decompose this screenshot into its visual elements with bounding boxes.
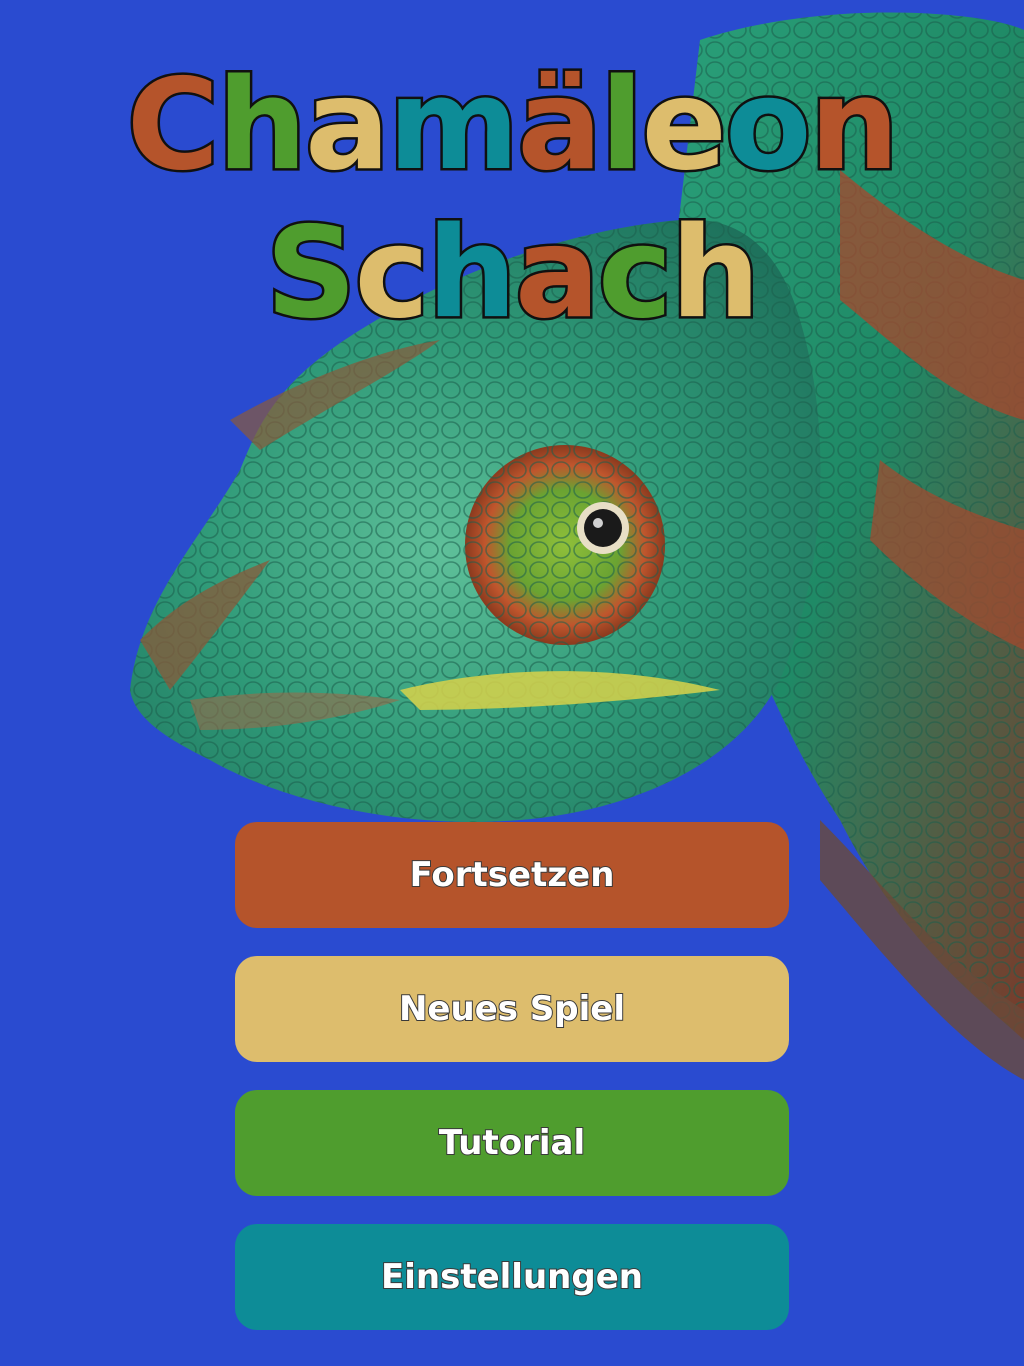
- title-letter: n: [807, 51, 902, 198]
- title-letter: o: [722, 51, 814, 198]
- app-title-line-1: Chamäleon: [0, 59, 1024, 190]
- title-letter: e: [639, 51, 730, 198]
- title-letter: a: [302, 51, 392, 198]
- new-game-button[interactable]: Neues Spiel: [235, 956, 789, 1062]
- title-letter: h: [215, 51, 310, 198]
- title-letter: ä: [515, 51, 605, 198]
- title-letter: S: [263, 199, 359, 346]
- title-letter: l: [598, 51, 646, 198]
- title-letter: m: [385, 51, 521, 198]
- title-letter: h: [425, 199, 520, 346]
- continue-button[interactable]: Fortsetzen: [235, 822, 789, 928]
- app-title-line-2: Schach: [0, 207, 1024, 338]
- title-letter: h: [668, 199, 763, 346]
- new-game-button-label: Neues Spiel: [398, 988, 626, 1030]
- continue-button-label: Fortsetzen: [409, 854, 616, 896]
- title-letter: c: [595, 199, 675, 346]
- tutorial-button[interactable]: Tutorial: [235, 1090, 789, 1196]
- title-letter: a: [512, 199, 602, 346]
- tutorial-button-label: Tutorial: [438, 1122, 586, 1164]
- settings-button[interactable]: Einstellungen: [235, 1224, 789, 1330]
- settings-button-label: Einstellungen: [380, 1256, 644, 1298]
- title-letter: c: [352, 199, 432, 346]
- title-letter: C: [124, 51, 222, 198]
